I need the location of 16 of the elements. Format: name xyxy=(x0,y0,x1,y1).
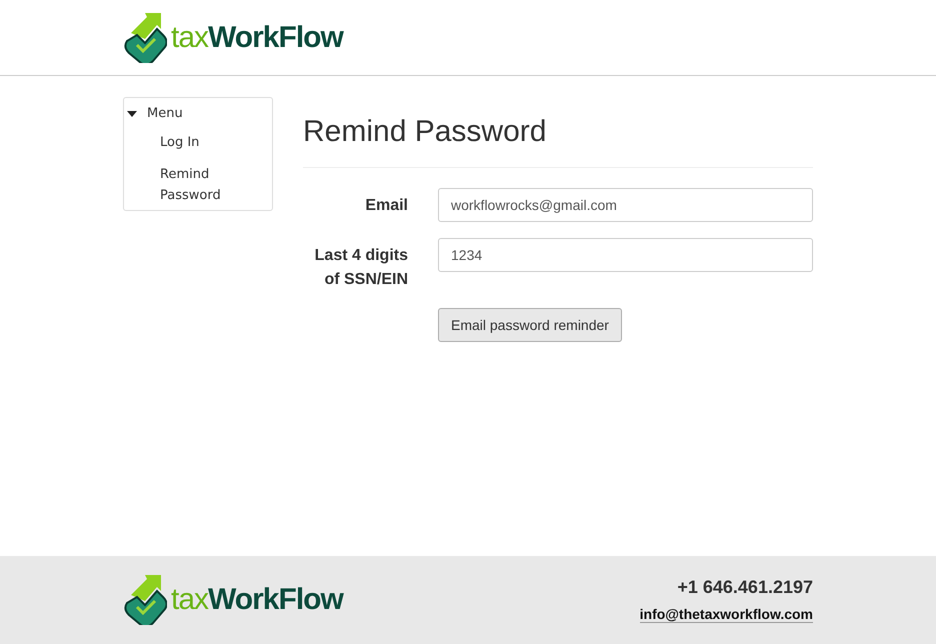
logo-icon xyxy=(123,575,167,625)
input-field[interactable]: workflowrocks@gmail.com xyxy=(438,188,813,222)
submit-button[interactable]: Email password reminder xyxy=(438,308,622,342)
logo-wordmark: taxWorkFlow xyxy=(171,585,343,615)
menu-link[interactable]: Log In xyxy=(124,132,272,153)
field-label: Last 4 digits of SSN/EIN xyxy=(314,246,408,290)
email-link[interactable]: info@thetaxworkflow.com xyxy=(640,606,813,623)
field-label: Email xyxy=(364,196,408,216)
phone-number: +1 646.461.2197 xyxy=(677,577,813,598)
menu-title[interactable]: Menu xyxy=(147,106,183,121)
logo-wordmark: taxWorkFlow xyxy=(171,22,343,52)
menu-link[interactable]: Remind Password xyxy=(124,164,272,206)
logo-icon xyxy=(123,12,167,62)
input-field[interactable]: 1234 xyxy=(438,238,813,272)
page-title: Remind Password xyxy=(303,115,813,168)
caret-down-icon[interactable] xyxy=(127,110,137,116)
